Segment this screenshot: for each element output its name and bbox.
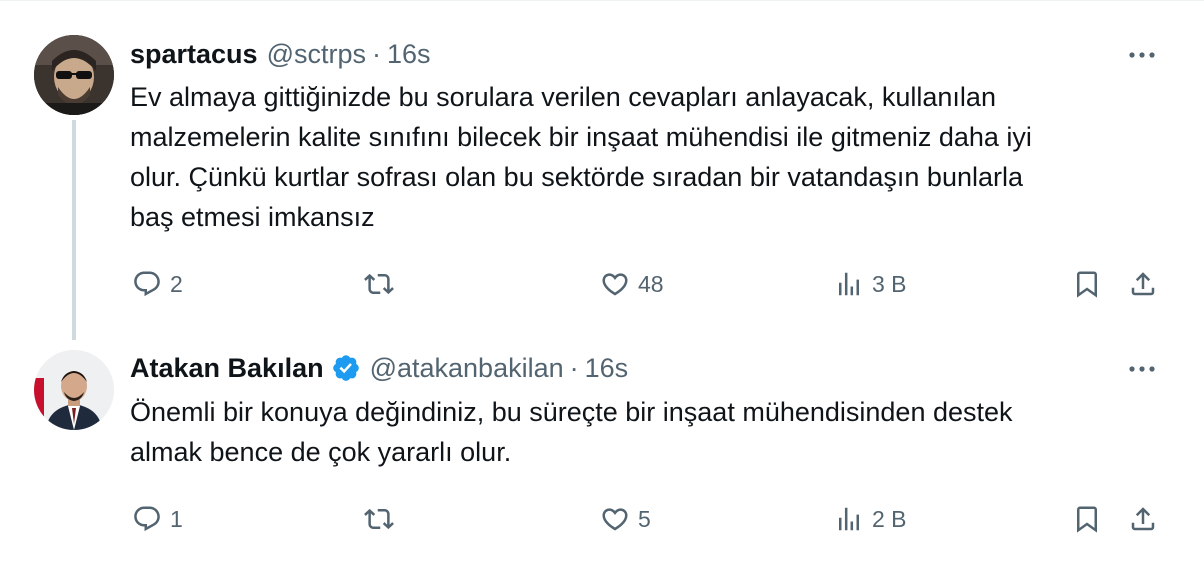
tweet-actions: 2 48 3 B	[0, 264, 1204, 304]
views-count: 2 B	[872, 505, 907, 532]
heart-icon	[602, 508, 628, 531]
tweet-actions: 1 5 2 B	[0, 499, 1204, 539]
bookmark-icon	[1077, 271, 1097, 298]
tweet-text: Önemli bir konuya değindiniz, bu süreçte…	[130, 397, 1013, 467]
timestamp[interactable]: 16s	[387, 39, 431, 70]
more-icon[interactable]	[1124, 354, 1160, 384]
views-count: 3 B	[872, 270, 907, 297]
tweet-spartacus[interactable]: spartacus @sctrps · 16s Ev almaya gittiğ…	[0, 0, 1204, 340]
thread-connector	[72, 120, 76, 340]
bookmark-button[interactable]	[1072, 264, 1102, 304]
retweet-icon	[364, 508, 394, 530]
reply-count: 2	[170, 270, 183, 297]
more-icon[interactable]	[1124, 40, 1160, 70]
author-handle[interactable]: @sctrps	[267, 39, 366, 70]
timestamp[interactable]: 16s	[585, 353, 629, 384]
author-handle[interactable]: @atakanbakilan	[370, 353, 564, 384]
share-button[interactable]	[1128, 499, 1158, 539]
views-button[interactable]: 2 B	[834, 499, 907, 539]
separator-dot: ·	[569, 352, 579, 383]
reply-count: 1	[170, 505, 183, 532]
like-count: 5	[638, 505, 651, 532]
bookmark-icon	[1077, 506, 1097, 533]
retweet-button[interactable]	[364, 499, 394, 539]
author-name[interactable]: spartacus	[130, 39, 258, 70]
verified-badge-icon[interactable]	[331, 353, 361, 383]
views-button[interactable]: 3 B	[834, 264, 907, 304]
views-icon	[839, 507, 859, 531]
avatar-image	[34, 35, 114, 115]
avatar[interactable]	[34, 35, 114, 115]
views-icon	[839, 272, 859, 296]
share-button[interactable]	[1128, 264, 1158, 304]
separator-dot: ·	[372, 38, 381, 69]
bookmark-button[interactable]	[1072, 499, 1102, 539]
reply-icon	[134, 506, 160, 532]
reply-button[interactable]: 2	[132, 264, 183, 304]
tweet-header: Atakan Bakılan @atakanbakilan · 16s	[130, 350, 628, 386]
retweet-icon	[364, 273, 394, 295]
retweet-button[interactable]	[364, 264, 394, 304]
share-icon	[1131, 507, 1155, 531]
share-icon	[1131, 272, 1155, 296]
reply-icon	[134, 271, 160, 297]
like-count: 48	[638, 270, 664, 297]
like-button[interactable]: 5	[600, 499, 651, 539]
reply-button[interactable]: 1	[132, 499, 183, 539]
like-button[interactable]: 48	[600, 264, 664, 304]
tweet-text: Ev almaya gittiğinizde bu sorulara veril…	[130, 82, 1032, 232]
avatar[interactable]	[34, 350, 114, 430]
tweet-atakan-bakilan[interactable]: Atakan Bakılan @atakanbakilan · 16s Önem…	[0, 332, 1204, 564]
tweet-header: spartacus @sctrps · 16s	[130, 36, 431, 72]
avatar-image	[34, 350, 114, 430]
heart-icon	[602, 273, 628, 296]
author-name[interactable]: Atakan Bakılan	[130, 353, 324, 384]
